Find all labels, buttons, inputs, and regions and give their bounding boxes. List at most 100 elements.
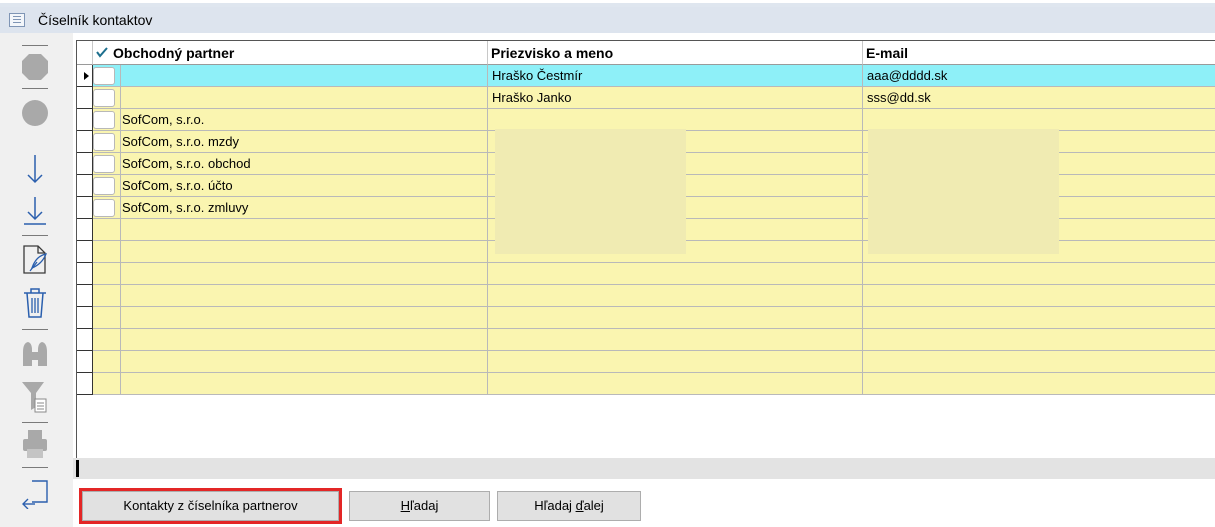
cell-partner[interactable] bbox=[93, 373, 488, 395]
cell-partner[interactable]: SofCom, s.r.o. bbox=[93, 109, 488, 131]
row-indicator[interactable] bbox=[77, 109, 93, 131]
row-indicator[interactable] bbox=[77, 329, 93, 351]
cell-partner[interactable] bbox=[93, 307, 488, 329]
cell-email[interactable] bbox=[863, 351, 1215, 373]
cell-partner[interactable] bbox=[93, 219, 488, 241]
partner-text: SofCom, s.r.o. mzdy bbox=[122, 134, 240, 149]
find-next-button[interactable]: Hľadaj ďalej bbox=[497, 491, 641, 521]
table-row[interactable]: Hraško Janko sss@dd.sk bbox=[77, 87, 1215, 109]
cell-partner[interactable]: SofCom, s.r.o. mzdy bbox=[93, 131, 488, 153]
cell-name[interactable] bbox=[488, 263, 863, 285]
partner-text: SofCom, s.r.o. bbox=[122, 112, 205, 127]
prev-record-icon[interactable] bbox=[15, 95, 55, 131]
row-indicator[interactable] bbox=[77, 241, 93, 263]
row-indicator[interactable] bbox=[77, 87, 93, 109]
row-indicator[interactable] bbox=[77, 219, 93, 241]
cell-email[interactable]: aaa@dddd.sk bbox=[863, 65, 1215, 87]
row-checkbox[interactable] bbox=[93, 111, 115, 129]
first-record-icon[interactable] bbox=[15, 49, 55, 85]
cell-partner[interactable] bbox=[93, 87, 488, 109]
last-record-icon[interactable] bbox=[15, 193, 55, 229]
row-indicator[interactable] bbox=[77, 153, 93, 175]
empty-table-row[interactable] bbox=[77, 373, 1215, 395]
contacts-from-partners-button[interactable]: Kontakty z číselníka partnerov bbox=[79, 488, 342, 524]
cell-email[interactable] bbox=[863, 285, 1215, 307]
cell-name[interactable] bbox=[488, 329, 863, 351]
check-icon bbox=[95, 41, 109, 65]
cell-partner[interactable] bbox=[93, 285, 488, 307]
window-title: Číselník kontaktov bbox=[38, 12, 153, 28]
row-indicator[interactable] bbox=[77, 197, 93, 219]
cell-name[interactable] bbox=[488, 285, 863, 307]
row-indicator[interactable] bbox=[77, 65, 93, 87]
partner-text: SofCom, s.r.o. účto bbox=[122, 178, 233, 193]
cell-partner[interactable]: SofCom, s.r.o. obchod bbox=[93, 153, 488, 175]
cell-name[interactable] bbox=[488, 109, 863, 131]
window-menu-icon[interactable] bbox=[9, 13, 25, 27]
row-checkbox[interactable] bbox=[93, 199, 115, 217]
cell-email[interactable] bbox=[863, 109, 1215, 131]
table-row[interactable]: Hraško Čestmír aaa@dddd.sk bbox=[77, 65, 1215, 87]
column-header-partner[interactable]: Obchodný partner bbox=[93, 41, 488, 65]
row-indicator[interactable] bbox=[77, 351, 93, 373]
filter-icon[interactable] bbox=[15, 379, 55, 415]
empty-table-row[interactable] bbox=[77, 307, 1215, 329]
cell-name[interactable] bbox=[488, 307, 863, 329]
cell-partner[interactable]: SofCom, s.r.o. účto bbox=[93, 175, 488, 197]
row-checkbox[interactable] bbox=[93, 89, 115, 107]
cell-partner[interactable] bbox=[93, 329, 488, 351]
cell-email[interactable] bbox=[863, 307, 1215, 329]
row-checkbox[interactable] bbox=[93, 67, 115, 85]
table-row[interactable]: SofCom, s.r.o. bbox=[77, 109, 1215, 131]
cell-email[interactable] bbox=[863, 329, 1215, 351]
delete-icon[interactable] bbox=[15, 285, 55, 321]
empty-table-row[interactable] bbox=[77, 329, 1215, 351]
cell-partner[interactable] bbox=[93, 263, 488, 285]
cell-email[interactable] bbox=[863, 373, 1215, 395]
row-indicator[interactable] bbox=[77, 285, 93, 307]
toolbar-separator bbox=[22, 235, 48, 236]
toolbar-separator bbox=[22, 88, 48, 89]
redacted-area bbox=[495, 129, 686, 254]
row-indicator[interactable] bbox=[77, 307, 93, 329]
cell-name[interactable] bbox=[488, 351, 863, 373]
row-indicator[interactable] bbox=[77, 373, 93, 395]
cell-partner[interactable] bbox=[93, 65, 488, 87]
exit-icon[interactable] bbox=[15, 475, 55, 511]
cell-email[interactable] bbox=[863, 263, 1215, 285]
left-toolbar bbox=[0, 33, 73, 527]
print-icon[interactable] bbox=[15, 426, 55, 462]
cell-name[interactable]: Hraško Čestmír bbox=[488, 65, 863, 87]
next-record-icon[interactable] bbox=[15, 151, 55, 187]
cell-partner[interactable] bbox=[93, 351, 488, 373]
window-titlebar: Číselník kontaktov bbox=[0, 7, 1215, 33]
redacted-area bbox=[868, 129, 1059, 254]
row-indicator[interactable] bbox=[77, 175, 93, 197]
row-checkbox[interactable] bbox=[93, 133, 115, 151]
cell-partner[interactable]: SofCom, s.r.o. zmluvy bbox=[93, 197, 488, 219]
row-checkbox[interactable] bbox=[93, 177, 115, 195]
find-button[interactable]: Hľadaj bbox=[349, 491, 490, 521]
column-header-label: Priezvisko a meno bbox=[491, 45, 614, 61]
column-header-email[interactable]: E-mail bbox=[863, 41, 1215, 65]
partner-text: SofCom, s.r.o. obchod bbox=[122, 156, 251, 171]
toolbar-separator bbox=[22, 45, 48, 46]
column-header-name[interactable]: Priezvisko a meno bbox=[488, 41, 863, 65]
toolbar-separator bbox=[22, 329, 48, 330]
button-bar: Kontakty z číselníka partnerov Hľadaj Hľ… bbox=[73, 479, 1215, 527]
cell-email[interactable]: sss@dd.sk bbox=[863, 87, 1215, 109]
contacts-grid: Obchodný partner Priezvisko a meno E-mai… bbox=[73, 40, 1215, 458]
toolbar-separator bbox=[22, 467, 48, 468]
row-indicator-header bbox=[77, 41, 93, 65]
empty-table-row[interactable] bbox=[77, 285, 1215, 307]
cell-partner[interactable] bbox=[93, 241, 488, 263]
row-indicator[interactable] bbox=[77, 263, 93, 285]
cell-name[interactable]: Hraško Janko bbox=[488, 87, 863, 109]
empty-table-row[interactable] bbox=[77, 351, 1215, 373]
row-indicator[interactable] bbox=[77, 131, 93, 153]
empty-table-row[interactable] bbox=[77, 263, 1215, 285]
edit-icon[interactable] bbox=[15, 241, 55, 277]
row-checkbox[interactable] bbox=[93, 155, 115, 173]
cell-name[interactable] bbox=[488, 373, 863, 395]
find-icon[interactable] bbox=[15, 335, 55, 371]
